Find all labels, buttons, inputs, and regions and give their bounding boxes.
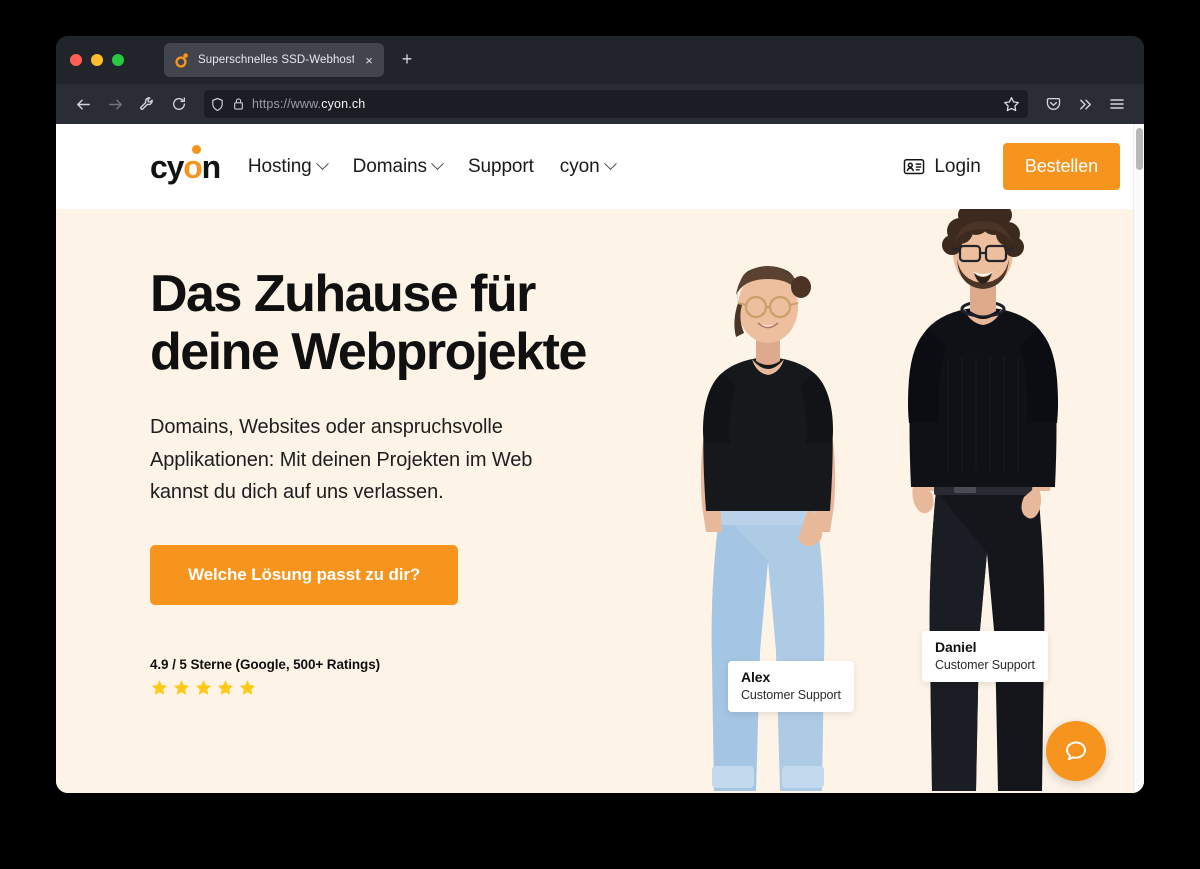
cyon-logo[interactable]: cyo n	[150, 144, 222, 185]
star-filled-icon	[172, 679, 191, 703]
logo-part-cy: cy	[150, 148, 184, 185]
new-tab-button[interactable]: +	[396, 49, 418, 71]
back-arrow-icon[interactable]	[68, 90, 98, 118]
close-window-button[interactable]	[70, 54, 82, 66]
person-daniel-illustration	[908, 209, 1058, 791]
tab-title: Superschnelles SSD-Webhosting	[198, 54, 354, 66]
url-prefix: https://www.	[252, 97, 322, 111]
logo-part-n: n	[201, 148, 222, 185]
logo-part-o: o	[183, 144, 203, 185]
hero-cta-button[interactable]: Welche Lösung passt zu dir?	[150, 544, 459, 605]
nav-label-support: Support	[467, 155, 534, 177]
hamburger-menu-icon[interactable]	[1102, 90, 1132, 118]
minimize-window-button[interactable]	[91, 54, 103, 66]
star-filled-icon	[150, 679, 169, 703]
rating-text: 4.9 / 5 Sterne (Google, 500+ Ratings)	[150, 656, 380, 672]
pocket-icon[interactable]	[1038, 90, 1068, 118]
star-filled-icon	[216, 679, 235, 703]
chat-bubble-icon	[1061, 736, 1091, 766]
browser-toolbar: https://www.cyon.ch	[56, 84, 1144, 124]
padlock-icon[interactable]	[232, 97, 245, 111]
cyon-logo-icon	[174, 52, 190, 68]
hero-section: Das Zuhause für deine Webprojekte Domain…	[56, 209, 1144, 793]
badge-role: Customer Support	[741, 688, 841, 702]
person-alex-illustration	[700, 266, 836, 791]
nav-item-hosting[interactable]: Hosting	[247, 155, 329, 178]
toolbar-right-group	[1038, 90, 1132, 118]
badge-name: Daniel	[935, 639, 977, 655]
nav-label-domains: Domains	[352, 155, 427, 177]
url-bar[interactable]: https://www.cyon.ch	[204, 90, 1028, 118]
window-controls	[70, 54, 124, 66]
badge-name: Alex	[741, 669, 771, 685]
star-filled-icon	[194, 679, 213, 703]
nav-label-cyon: cyon	[559, 155, 600, 177]
overflow-menu-button[interactable]	[1070, 90, 1100, 118]
scrollbar-thumb[interactable]	[1136, 128, 1143, 170]
logo-dot-icon	[191, 144, 201, 154]
star-filled-icon	[238, 679, 257, 703]
nav-item-cyon[interactable]: cyon	[559, 155, 617, 178]
close-tab-icon[interactable]: ×	[362, 54, 376, 67]
browser-window: Superschnelles SSD-Webhosting × + https:…	[56, 36, 1144, 793]
page-title: Das Zuhause für deine Webprojekte	[150, 265, 587, 382]
star-rating	[150, 679, 600, 703]
forward-arrow-icon[interactable]	[100, 90, 130, 118]
main-navigation: Hosting Domains Support cyon	[247, 155, 617, 178]
rating-block: 4.9 / 5 Sterne (Google, 500+ Ratings)	[150, 657, 600, 703]
shield-icon[interactable]	[210, 97, 225, 112]
nav-label-hosting: Hosting	[247, 155, 312, 177]
browser-tab[interactable]: Superschnelles SSD-Webhosting ×	[164, 43, 384, 77]
nav-item-domains[interactable]: Domains	[352, 155, 444, 178]
url-host: cyon.ch	[321, 97, 366, 111]
tab-strip: Superschnelles SSD-Webhosting × +	[56, 36, 1144, 84]
page-scrollbar[interactable]	[1133, 124, 1144, 793]
wrench-icon[interactable]	[132, 90, 162, 118]
id-card-icon	[903, 157, 925, 176]
nav-item-support[interactable]: Support	[468, 156, 534, 178]
order-button[interactable]: Bestellen	[1002, 143, 1120, 190]
url-text: https://www.cyon.ch	[252, 97, 365, 111]
header-actions: Login Bestellen	[903, 143, 1120, 190]
chevron-down-icon	[315, 157, 329, 171]
star-icon[interactable]	[1001, 94, 1021, 114]
reload-icon[interactable]	[164, 90, 194, 118]
login-link[interactable]: Login	[903, 156, 981, 178]
hero-copy: Das Zuhause für deine Webprojekte Domain…	[150, 265, 600, 703]
maximize-window-button[interactable]	[112, 54, 124, 66]
login-label: Login	[934, 155, 981, 177]
chevron-down-icon	[603, 157, 617, 171]
name-badge-alex: Alex Customer Support	[728, 661, 854, 712]
chat-beacon-button[interactable]	[1046, 721, 1106, 781]
name-badge-daniel: Daniel Customer Support	[922, 631, 1048, 682]
badge-role: Customer Support	[935, 658, 1035, 672]
site-header: cyo n Hosting Domains Support cyon Login…	[56, 124, 1144, 209]
hero-team-photo: Alex Customer Support Daniel Customer Su…	[616, 209, 1144, 793]
chevron-down-icon	[431, 157, 444, 171]
page-viewport: cyo n Hosting Domains Support cyon Login…	[56, 124, 1144, 793]
hero-subtitle: Domains, Websites oder anspruchsvolle Ap…	[150, 416, 533, 504]
